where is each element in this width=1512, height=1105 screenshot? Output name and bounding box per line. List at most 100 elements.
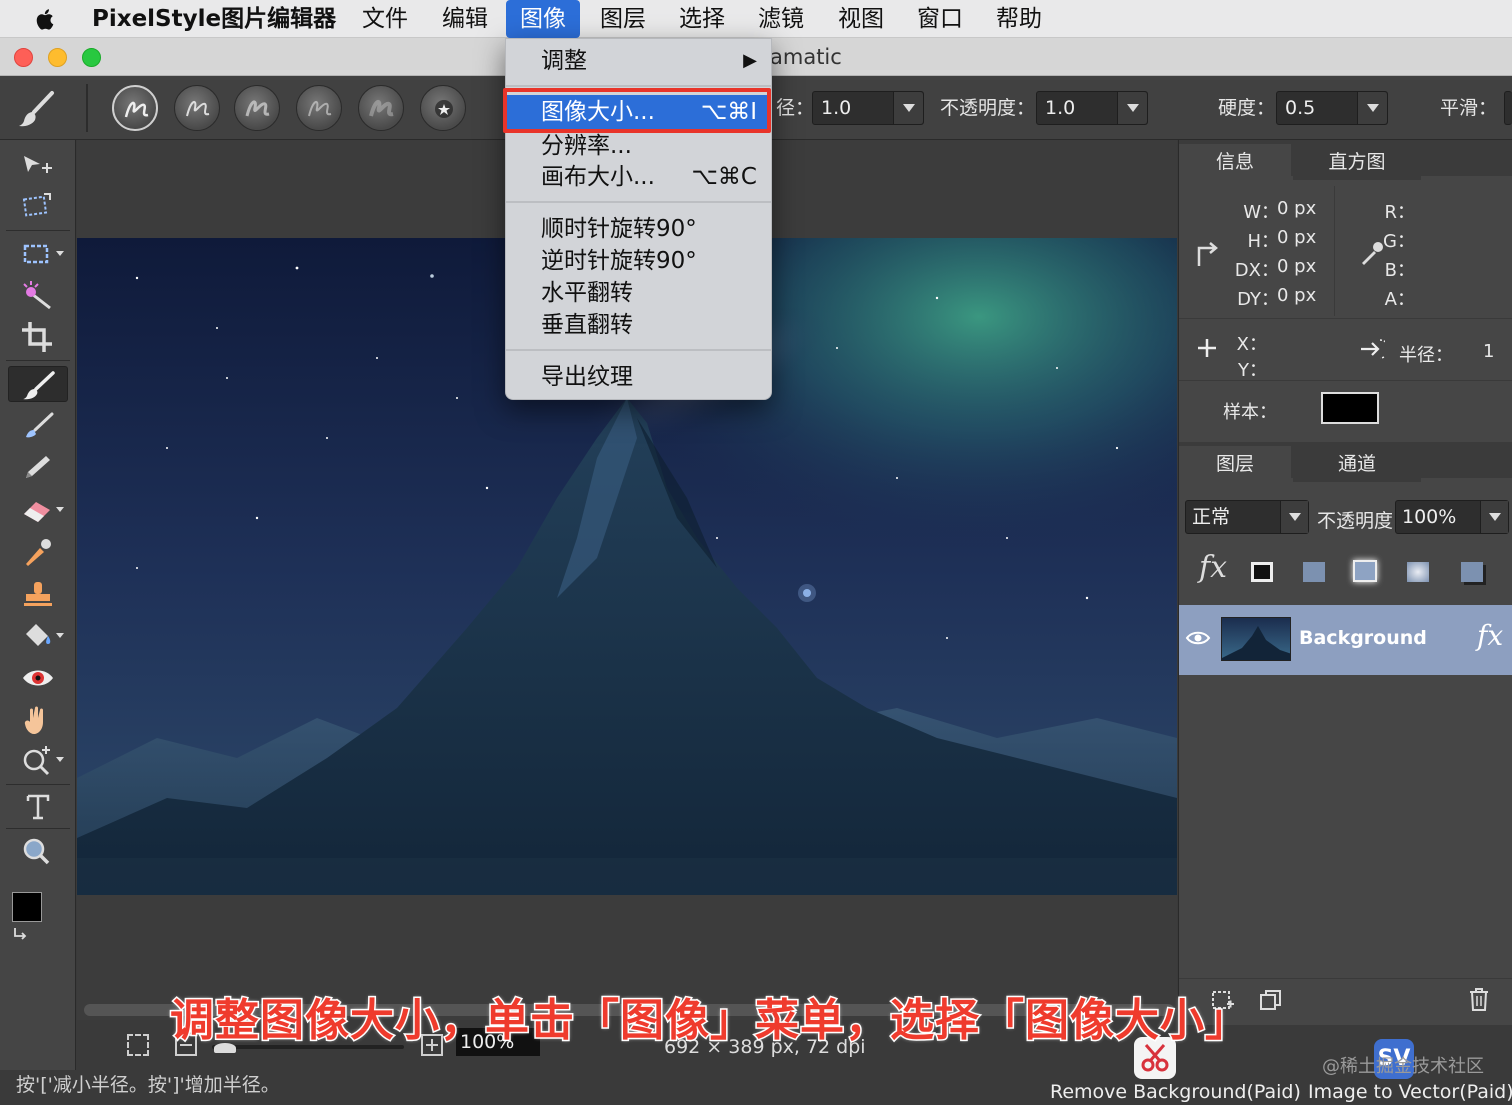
foreground-color-swatch[interactable] <box>12 892 42 922</box>
text-tool[interactable] <box>8 788 68 824</box>
chevron-down-icon[interactable] <box>56 757 64 762</box>
layer-effects-icon[interactable]: fx <box>1199 550 1227 585</box>
trash-icon[interactable] <box>1467 986 1491 1012</box>
inner-glow-style-icon[interactable] <box>1407 562 1429 582</box>
layer-opacity-select[interactable]: 100% <box>1395 500 1509 534</box>
brush-preset-5[interactable] <box>358 85 404 131</box>
zoom-window-button[interactable] <box>82 48 101 67</box>
eyedropper-tool[interactable] <box>8 534 68 570</box>
blend-mode-select[interactable]: 正常 <box>1185 500 1309 534</box>
menu-file[interactable]: 文件 <box>348 0 422 38</box>
menu-item-flip-horizontal[interactable]: 水平翻转 <box>506 277 771 309</box>
menu-item-rotate-cw[interactable]: 顺时针旋转90° <box>506 213 771 245</box>
brush-stroke-icon <box>124 101 149 118</box>
fill-style-icon[interactable] <box>1303 562 1325 582</box>
corner-arrow-icon <box>1197 242 1218 266</box>
transform-icon <box>22 193 51 217</box>
hand-tool[interactable] <box>8 702 68 738</box>
brush-preset-4[interactable] <box>296 85 342 131</box>
smooth-combo[interactable] <box>1504 91 1512 125</box>
menu-help[interactable]: 帮助 <box>982 0 1056 38</box>
stamp-tool[interactable] <box>8 576 68 612</box>
menu-item-rotate-ccw[interactable]: 逆时针旋转90° <box>506 245 771 277</box>
layer-fx-icon[interactable]: fx <box>1477 619 1503 652</box>
menu-bar: PixelStyle图片编辑器 文件 编辑 图像 图层 选择 滤镜 视图 窗口 … <box>0 0 1512 38</box>
stroke-style-icon[interactable] <box>1251 562 1273 582</box>
layer-row[interactable]: Background fx <box>1179 605 1512 675</box>
magnifier-tool[interactable] <box>8 834 68 870</box>
swap-colors-icon[interactable] <box>12 926 30 942</box>
watermark: @稀土掘金技术社区 <box>1322 1056 1484 1077</box>
tab-info[interactable]: 信息 <box>1179 144 1291 180</box>
smudge-brush-tool[interactable] <box>8 408 68 444</box>
tab-channels[interactable]: 通道 <box>1293 446 1421 482</box>
menu-item-canvas-size[interactable]: 画布大小... ⌥⌘C <box>506 161 771 193</box>
radius-combo[interactable]: 1.0 <box>812 91 924 125</box>
transform-tool[interactable] <box>8 188 68 224</box>
brush-preset-1[interactable] <box>112 85 158 131</box>
magic-wand-tool[interactable] <box>8 278 68 314</box>
menu-window[interactable]: 窗口 <box>903 0 977 38</box>
brush-preset-3[interactable] <box>234 85 280 131</box>
info-x-label: X： <box>1236 334 1267 355</box>
move-tool[interactable] <box>8 146 68 182</box>
menu-image[interactable]: 图像 <box>506 0 580 38</box>
radius-label: 径： <box>776 97 815 119</box>
hardness-label: 硬度： <box>1218 97 1276 119</box>
menu-item-resolution[interactable]: 分辨率... <box>506 130 771 162</box>
info-divider <box>1179 318 1512 319</box>
opacity-value: 1.0 <box>1045 97 1076 119</box>
chevron-down-icon[interactable] <box>1357 92 1387 124</box>
menu-app-name[interactable]: PixelStyle图片编辑器 <box>78 0 350 38</box>
brush-tool-preset-icon[interactable] <box>16 88 58 130</box>
chevron-down-icon[interactable] <box>893 92 923 124</box>
chevron-down-icon[interactable] <box>1117 92 1147 124</box>
remove-background-link[interactable]: Remove Background(Paid) <box>1050 1081 1301 1103</box>
menu-filter[interactable]: 滤镜 <box>744 0 818 38</box>
rectangle-select-tool[interactable] <box>8 236 68 272</box>
chevron-down-icon[interactable] <box>56 633 64 638</box>
chevron-down-icon[interactable] <box>1280 501 1308 533</box>
info-b-label: B： <box>1384 260 1415 281</box>
visibility-eye-icon[interactable] <box>1185 629 1211 647</box>
duplicate-layer-icon[interactable] <box>1259 988 1283 1012</box>
toolbar-divider <box>6 784 70 785</box>
menu-item-adjust[interactable]: 调整 ▶ <box>506 45 771 77</box>
pencil-tool[interactable] <box>8 450 68 486</box>
tab-histogram[interactable]: 直方图 <box>1293 144 1421 180</box>
red-eye-tool[interactable] <box>8 660 68 696</box>
menu-edit[interactable]: 编辑 <box>428 0 502 38</box>
close-window-button[interactable] <box>14 48 33 67</box>
opacity-combo[interactable]: 1.0 <box>1036 91 1148 125</box>
chevron-down-icon[interactable] <box>1480 501 1508 533</box>
layer-name[interactable]: Background <box>1299 627 1427 649</box>
drop-shadow-style-icon[interactable] <box>1461 562 1483 582</box>
menu-select[interactable]: 选择 <box>665 0 739 38</box>
radius-arrow-icon <box>1361 339 1385 359</box>
fit-screen-icon[interactable] <box>127 1034 149 1056</box>
menu-layer[interactable]: 图层 <box>586 0 660 38</box>
chevron-down-icon[interactable] <box>56 251 64 256</box>
menu-view[interactable]: 视图 <box>824 0 898 38</box>
minimize-window-button[interactable] <box>48 48 67 67</box>
brush-preset-6[interactable] <box>420 85 466 131</box>
paint-bucket-tool[interactable] <box>8 618 68 654</box>
apple-logo-icon[interactable] <box>30 4 60 34</box>
menu-separator <box>506 85 771 87</box>
paint-bucket-icon <box>26 624 51 646</box>
brush-preset-2[interactable] <box>174 85 220 131</box>
hardness-combo[interactable]: 0.5 <box>1276 91 1388 125</box>
chevron-down-icon[interactable] <box>56 507 64 512</box>
menu-separator <box>506 201 771 203</box>
eraser-tool[interactable] <box>8 492 68 528</box>
right-panel: 信息 直方图 W： 0 px H： 0 px DX： 0 px DY： 0 px… <box>1178 140 1512 1025</box>
crop-tool[interactable] <box>8 318 68 354</box>
menu-item-export-texture[interactable]: 导出纹理 <box>506 361 771 393</box>
menu-item-flip-vertical[interactable]: 垂直翻转 <box>506 309 771 341</box>
blend-mode-value: 正常 <box>1192 506 1231 528</box>
zoom-tool[interactable] <box>8 742 68 778</box>
outer-glow-style-icon[interactable] <box>1353 560 1377 582</box>
image-to-vector-link[interactable]: Image to Vector(Paid) <box>1308 1081 1512 1103</box>
tab-layers[interactable]: 图层 <box>1179 446 1291 482</box>
brush-tool[interactable] <box>8 366 68 402</box>
